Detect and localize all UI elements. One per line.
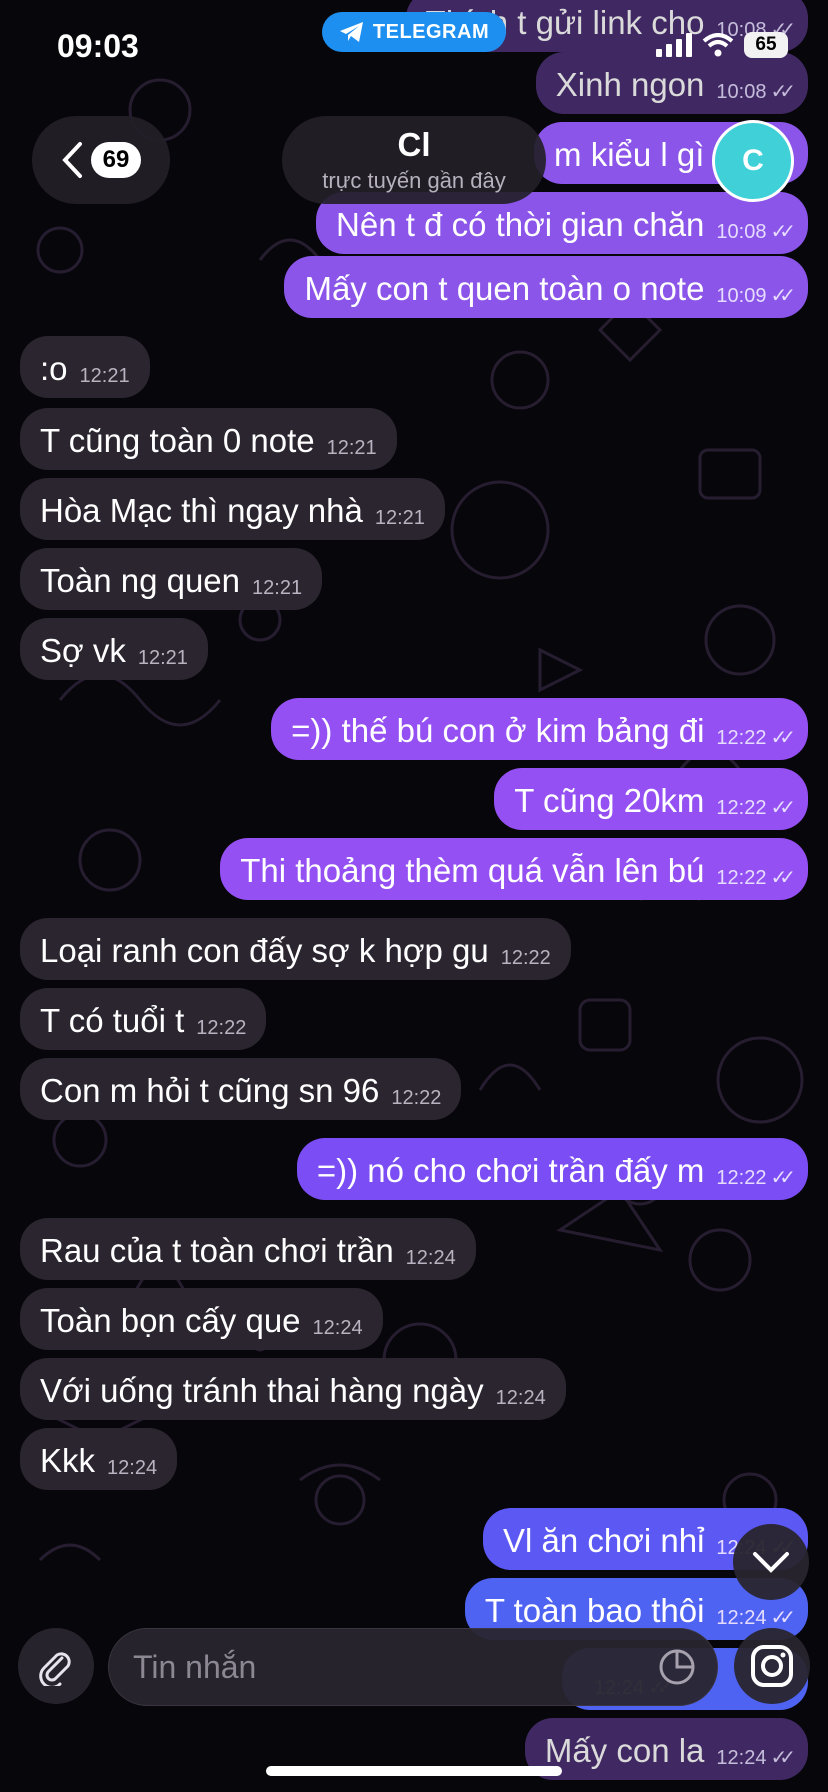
- message-time: 12:21: [137, 647, 188, 669]
- incoming-message[interactable]: Toàn bọn cấy que 12:24: [20, 1288, 383, 1350]
- read-checks-icon: ✓✓: [770, 1747, 795, 1769]
- message-text: Kkk: [40, 1442, 96, 1479]
- sticker-icon: [659, 1649, 695, 1685]
- incoming-message[interactable]: Con m hỏi t cũng sn 96 12:22: [20, 1058, 462, 1120]
- message-time: 10:08: [716, 221, 767, 243]
- outgoing-message[interactable]: =)) thế bú con ở kim bảng đi 12:22 ✓✓: [271, 698, 808, 760]
- incoming-message[interactable]: :o 12:21: [20, 336, 150, 398]
- message-text: Vl ăn chơi nhỉ: [503, 1522, 705, 1559]
- message-time: 12:24: [405, 1247, 456, 1269]
- message-text: m kiểu l gì: [554, 136, 705, 173]
- incoming-message[interactable]: Toàn ng quen 12:21: [20, 548, 323, 610]
- message-time: 12:22: [716, 727, 767, 749]
- outgoing-message[interactable]: T cũng 20km 12:22 ✓✓: [494, 768, 808, 830]
- message-text: Với uống tránh thai hàng ngày: [40, 1372, 484, 1409]
- message-time: 12:22: [716, 867, 767, 889]
- message-text: =)) nó cho chơi trần đấy m: [316, 1152, 705, 1189]
- message-time: 12:24: [495, 1387, 546, 1409]
- outgoing-message[interactable]: =)) nó cho chơi trần đấy m 12:22 ✓✓: [296, 1138, 808, 1200]
- scroll-to-bottom-button[interactable]: [733, 1524, 809, 1600]
- telegram-pill-label: TELEGRAM: [372, 20, 490, 43]
- chat-name: Cl: [397, 126, 431, 163]
- message-time: 12:21: [252, 577, 303, 599]
- message-text: T cũng toàn 0 note: [40, 422, 315, 459]
- wifi-icon: [702, 33, 734, 57]
- incoming-message[interactable]: Với uống tránh thai hàng ngày 12:24: [20, 1358, 566, 1420]
- read-checks-icon: ✓✓: [770, 1167, 795, 1189]
- read-checks-icon: ✓✓: [770, 727, 795, 749]
- incoming-message[interactable]: T có tuổi t 12:22: [20, 988, 267, 1050]
- status-icons: 65: [656, 32, 788, 58]
- read-checks-icon: ✓✓: [770, 285, 795, 307]
- avatar[interactable]: C: [712, 120, 794, 202]
- back-button[interactable]: 69: [32, 116, 170, 204]
- paperclip-icon: [39, 1652, 71, 1686]
- message-time: 12:21: [374, 507, 425, 529]
- message-text: Con m hỏi t cũng sn 96: [40, 1072, 380, 1109]
- sticker-button[interactable]: [647, 1637, 707, 1697]
- incoming-message[interactable]: Kkk 12:24: [20, 1428, 178, 1490]
- read-checks-icon: ✓✓: [770, 797, 795, 819]
- read-checks-icon: ✓✓: [770, 867, 795, 889]
- outgoing-message[interactable]: Mấy con la 12:24 ✓✓: [524, 1718, 808, 1780]
- message-text: Loại ranh con đấy sợ k hợp gu: [40, 932, 489, 969]
- message-time: 12:22: [716, 797, 767, 819]
- incoming-message[interactable]: Rau của t toàn chơi trần 12:24: [20, 1218, 476, 1280]
- battery-indicator: 65: [744, 32, 788, 58]
- home-indicator: [266, 1766, 562, 1776]
- message-text: T có tuổi t: [40, 1002, 185, 1039]
- incoming-message[interactable]: T cũng toàn 0 note 12:21: [20, 408, 397, 470]
- chat-header[interactable]: Cl trực tuyến gần đây: [282, 116, 546, 204]
- message-text: Toàn bọn cấy que: [40, 1302, 301, 1339]
- status-bar: 09:03 TELEGRAM 65: [0, 0, 828, 100]
- camera-button[interactable]: [734, 1628, 810, 1704]
- message-time: 10:09: [716, 285, 767, 307]
- message-field[interactable]: [108, 1628, 718, 1706]
- unread-count-badge: 69: [90, 142, 142, 178]
- message-input[interactable]: [109, 1647, 647, 1687]
- signal-icon: [656, 33, 692, 57]
- chevron-down-icon: [753, 1552, 789, 1573]
- message-text: Rau của t toàn chơi trần: [40, 1232, 394, 1269]
- outgoing-message[interactable]: Thi thoảng thèm quá vẫn lên bú 12:22 ✓✓: [220, 838, 808, 900]
- incoming-message[interactable]: Sợ vk 12:21: [20, 618, 208, 680]
- message-time: 12:22: [716, 1167, 767, 1189]
- message-time: 12:24: [312, 1317, 363, 1339]
- message-list[interactable]: Thích t gửi link cho 10:08 ✓✓ Xinh ngon 10:0…: [0, 0, 828, 1792]
- incoming-message[interactable]: Hòa Mạc thì ngay nhà 12:21: [20, 478, 445, 540]
- message-time: 12:24: [107, 1457, 158, 1479]
- message-time: 12:22: [500, 947, 551, 969]
- avatar-letter: C: [742, 144, 764, 177]
- message-time: 12:24: [716, 1607, 767, 1629]
- message-time: 12:22: [196, 1017, 247, 1039]
- message-text: Toàn ng quen: [40, 562, 241, 599]
- telegram-plane-icon: [339, 22, 363, 42]
- outgoing-message[interactable]: Mấy con t quen toàn o note 10:09 ✓✓: [284, 256, 808, 318]
- chevron-left-icon: [61, 142, 82, 178]
- attach-button[interactable]: [18, 1628, 94, 1704]
- message-text: Mấy con t quen toàn o note: [304, 270, 705, 307]
- read-checks-icon: ✓✓: [770, 221, 795, 243]
- incoming-message[interactable]: Loại ranh con đấy sợ k hợp gu 12:22: [20, 918, 571, 980]
- chat-status: trực tuyến gần đây: [322, 168, 506, 193]
- message-time: 12:21: [326, 437, 377, 459]
- message-text: =)) thế bú con ở kim bảng đi: [291, 712, 705, 749]
- clock: 09:03: [57, 28, 139, 64]
- message-time: 12:21: [79, 365, 130, 387]
- message-text: Hòa Mạc thì ngay nhà: [40, 492, 363, 529]
- message-text: Thi thoảng thèm quá vẫn lên bú: [240, 852, 705, 889]
- telegram-pill[interactable]: TELEGRAM: [322, 12, 506, 52]
- message-time: 12:24: [716, 1747, 767, 1769]
- message-text: :o: [40, 350, 68, 387]
- message-text: Mấy con la: [544, 1732, 705, 1769]
- read-checks-icon: ✓✓: [770, 1607, 795, 1629]
- message-text: T cũng 20km: [514, 782, 705, 819]
- message-time: 12:22: [391, 1087, 442, 1109]
- instagram-camera-icon: [751, 1645, 793, 1687]
- message-text: Nên t đ có thời gian chăn: [336, 206, 705, 243]
- message-text: Sợ vk: [40, 632, 126, 669]
